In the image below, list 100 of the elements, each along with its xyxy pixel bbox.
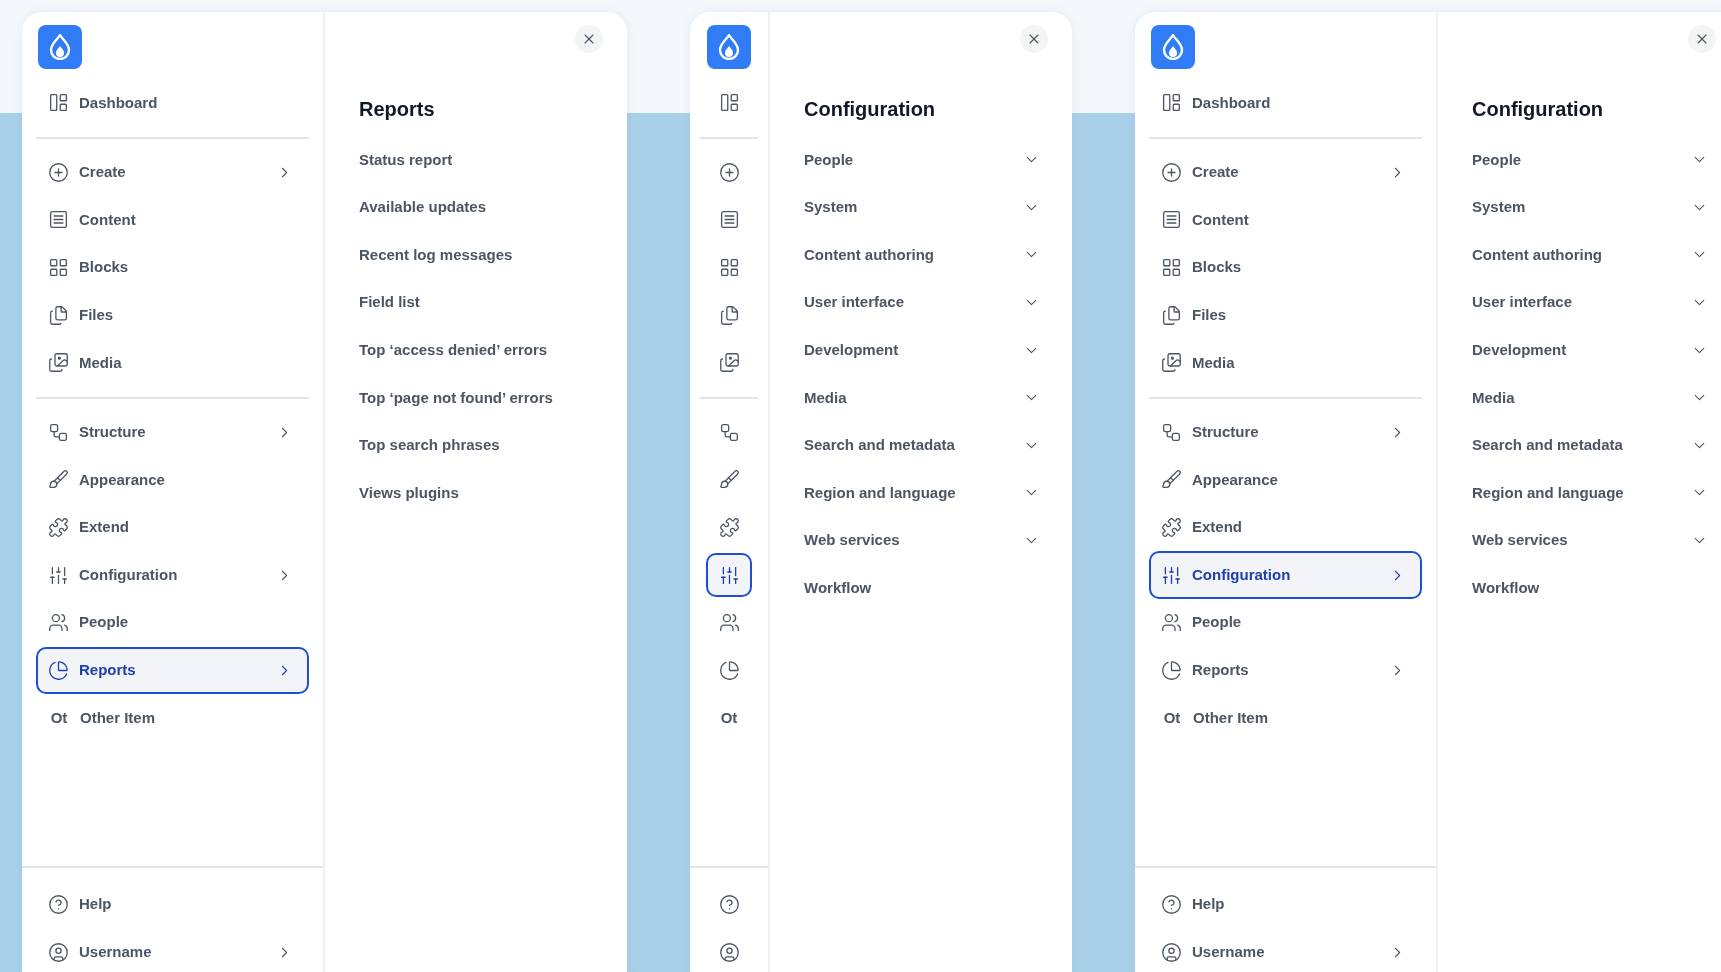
nav-item[interactable]: Reports	[36, 646, 309, 695]
flyout-menu-item[interactable]: Search and metadata	[1472, 421, 1716, 470]
logo[interactable]	[38, 25, 82, 69]
drop-icon	[1162, 34, 1184, 60]
nav-item[interactable]: Configuration	[1149, 551, 1422, 599]
nav-item[interactable]: Blocks	[1149, 243, 1422, 292]
nav-icon-button[interactable]	[706, 553, 752, 598]
flyout-menu-item[interactable]: People	[1472, 136, 1716, 184]
flyout-menu-item[interactable]: Workflow	[1472, 564, 1716, 612]
logo[interactable]	[1151, 25, 1195, 69]
flyout-menu-item[interactable]: Views plugins	[359, 469, 603, 517]
flyout-menu-item[interactable]: Media	[804, 373, 1048, 422]
nav-item[interactable]: Files	[36, 291, 309, 339]
help-icon	[718, 894, 740, 916]
dashboard-icon	[1161, 92, 1182, 114]
flyout-menu-item[interactable]: Available updates	[359, 183, 603, 232]
nav-item[interactable]: Username	[1149, 928, 1422, 972]
close-button[interactable]	[1688, 25, 1716, 53]
brush-icon	[1161, 469, 1182, 491]
user-icon	[1161, 941, 1182, 963]
nav-item[interactable]: Appearance	[36, 456, 309, 504]
close-button[interactable]	[575, 25, 603, 53]
user-icon	[48, 941, 69, 963]
flyout-menu-item[interactable]: Recent log messages	[359, 231, 603, 279]
nav-item[interactable]: Ot Other Item	[36, 694, 309, 742]
flyout-menu-item[interactable]: Search and metadata	[804, 421, 1048, 470]
flyout-title: Reports	[359, 97, 436, 121]
logo[interactable]	[707, 25, 751, 69]
user-icon	[718, 941, 740, 963]
list-icon	[718, 209, 740, 231]
nav-item[interactable]: Username	[36, 928, 309, 972]
nav-item[interactable]: Extend	[1149, 503, 1422, 552]
flyout-menu-item[interactable]: Content authoring	[804, 231, 1048, 279]
flyout-menu-item[interactable]: Status report	[359, 136, 603, 184]
flyout-menu-item[interactable]: System	[1472, 183, 1716, 232]
nav-item[interactable]: Configuration	[36, 551, 309, 599]
flyout-menu-item[interactable]: Web services	[1472, 516, 1716, 565]
nav-item[interactable]: People	[1149, 598, 1422, 647]
pie-chart-icon	[718, 659, 740, 681]
image-icon	[718, 352, 740, 374]
grid-icon	[1161, 257, 1182, 279]
nav-item[interactable]: Media	[1149, 338, 1422, 387]
nav-item[interactable]: Reports	[1149, 646, 1422, 695]
flyout-menu-item[interactable]: Top ‘access denied’ errors	[359, 326, 603, 374]
drop-icon	[49, 34, 71, 60]
flyout-title: Configuration	[804, 97, 937, 121]
flyout-menu-item[interactable]: Top search phrases	[359, 421, 603, 470]
nav-item[interactable]: Content	[36, 196, 309, 244]
list-icon	[48, 209, 69, 231]
flyout-menu-item[interactable]: Development	[804, 326, 1048, 374]
dashboard-icon	[718, 92, 740, 114]
item-abbreviation: Ot	[719, 707, 739, 728]
nav-item[interactable]: Create	[1149, 148, 1422, 197]
sliders-icon	[1161, 564, 1182, 586]
flyout-menu-item[interactable]: Web services	[804, 516, 1048, 565]
help-icon	[1161, 894, 1182, 916]
brush-icon	[718, 469, 740, 491]
flyout-menu-item[interactable]: Development	[1472, 326, 1716, 374]
nav-item[interactable]: People	[36, 598, 309, 647]
nav-item[interactable]: Appearance	[1149, 456, 1422, 504]
nav-item[interactable]: Help	[36, 880, 309, 929]
pie-chart-icon	[1161, 659, 1182, 681]
nav-item[interactable]: Content	[1149, 196, 1422, 244]
brush-icon	[48, 469, 69, 491]
flyout-menu-item[interactable]: Region and language	[1472, 469, 1716, 517]
nav-item[interactable]: Structure	[1149, 408, 1422, 457]
sliders-icon	[48, 564, 69, 586]
files-icon	[718, 304, 740, 326]
files-icon	[48, 304, 69, 326]
close-button[interactable]	[1020, 25, 1048, 53]
puzzle-icon	[718, 517, 740, 539]
nav-item[interactable]: Structure	[36, 408, 309, 457]
flyout-menu-item[interactable]: Content authoring	[1472, 231, 1716, 279]
flyout-menu-item[interactable]: User interface	[804, 278, 1048, 327]
flyout-menu-item[interactable]: System	[804, 183, 1048, 232]
nav-item[interactable]: Dashboard	[1149, 79, 1422, 127]
list-icon	[1161, 209, 1182, 231]
nav-item[interactable]: Media	[36, 338, 309, 387]
files-icon	[1161, 304, 1182, 326]
flyout-menu-item[interactable]: User interface	[1472, 278, 1716, 327]
hierarchy-icon	[718, 421, 740, 443]
help-icon	[48, 894, 69, 916]
nav-item[interactable]: Files	[1149, 291, 1422, 339]
people-icon	[718, 612, 740, 634]
nav-item[interactable]: Ot Other Item	[1149, 694, 1422, 742]
flyout-menu-item[interactable]: Region and language	[804, 469, 1048, 517]
nav-item[interactable]: Dashboard	[36, 79, 309, 127]
nav-item[interactable]: Create	[36, 148, 309, 197]
plus-circle-icon	[48, 161, 69, 183]
flyout-menu-item[interactable]: People	[804, 136, 1048, 184]
nav-item[interactable]: Extend	[36, 503, 309, 552]
flyout-menu-item[interactable]: Media	[1472, 373, 1716, 422]
flyout-menu-item[interactable]: Top ‘page not found’ errors	[359, 373, 603, 422]
image-icon	[48, 352, 69, 374]
nav-item[interactable]: Help	[1149, 880, 1422, 929]
nav-icon-button[interactable]: Ot	[706, 695, 752, 740]
flyout-menu-item[interactable]: Field list	[359, 278, 603, 327]
flyout-menu-item[interactable]: Workflow	[804, 564, 1048, 612]
nav-item[interactable]: Blocks	[36, 243, 309, 292]
plus-circle-icon	[1161, 161, 1182, 183]
